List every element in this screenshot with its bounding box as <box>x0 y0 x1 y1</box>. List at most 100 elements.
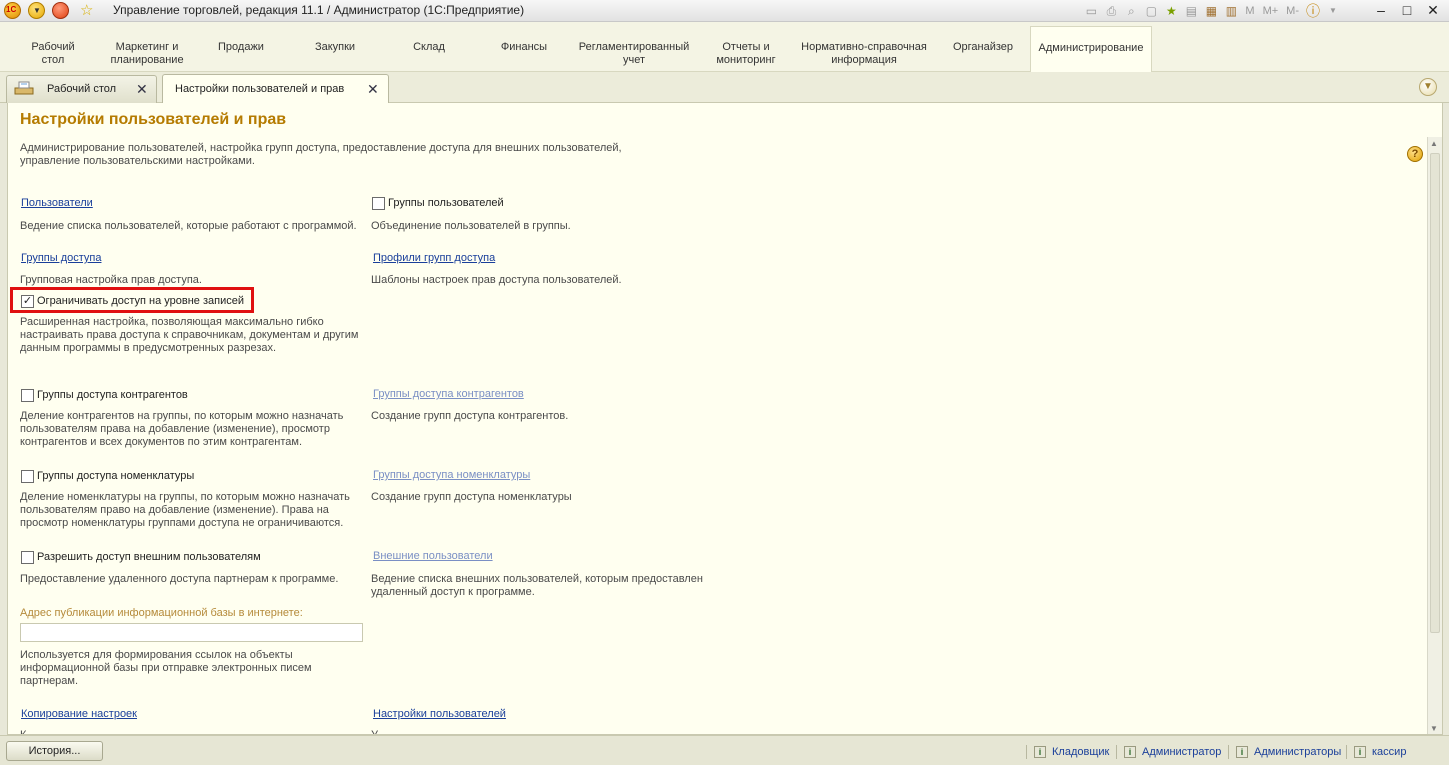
status-item-role-storekeeper[interactable]: i Кладовщик <box>1034 744 1109 760</box>
copy-icon[interactable]: ▢ <box>1143 3 1159 19</box>
info-icon: i <box>1354 746 1366 758</box>
section-label: Маркетинг и планирование <box>110 41 184 66</box>
section-label: Рабочий стол <box>31 41 75 66</box>
section-label: Администрирование <box>1038 42 1144 54</box>
nomenclature-groups-link[interactable]: Группы доступа номенклатуры <box>373 469 530 481</box>
memory-button[interactable]: M <box>1243 3 1256 19</box>
title-bar: 1С ▼ ☆ Управление торговлей, редакция 11… <box>0 0 1449 22</box>
section-panel: Рабочий стол Маркетинг и планирование Пр… <box>0 22 1449 72</box>
window-controls: – □ ✕ <box>1371 1 1443 20</box>
favorites-star-icon[interactable]: ☆ <box>80 1 93 19</box>
calendar-icon[interactable]: ▥ <box>1223 3 1239 19</box>
info-dropdown-icon[interactable]: ▼ <box>1325 3 1341 19</box>
section-reference-info[interactable]: Нормативно-справочная информация <box>798 27 930 71</box>
record-level-description: Расширенная настройка, позволяющая макси… <box>20 316 359 354</box>
contractor-groups-link-description: Создание групп доступа контрагентов. <box>371 410 569 422</box>
nomenclature-groups-link-description: Создание групп доступа номенклатуры <box>371 491 572 503</box>
print-icon[interactable]: ⎙ <box>1103 3 1119 19</box>
memory-plus-button[interactable]: M+ <box>1261 3 1281 19</box>
status-separator <box>1116 745 1117 759</box>
contractor-groups-checkbox[interactable] <box>21 388 34 402</box>
nomenclature-groups-checkbox-row[interactable]: Группы доступа номенклатуры <box>21 468 194 484</box>
history-button[interactable]: История... <box>6 741 103 761</box>
scroll-down-icon[interactable]: ▼ <box>1430 724 1438 733</box>
section-administration[interactable]: Администрирование <box>1030 26 1152 72</box>
section-reports[interactable]: Отчеты и мониторинг <box>706 27 786 71</box>
section-label: Регламентированный учет <box>578 41 690 66</box>
preview-icon[interactable]: ⌕ <box>1123 3 1139 19</box>
external-users-checkbox[interactable] <box>21 550 34 564</box>
history-icon[interactable]: ▤ <box>1183 3 1199 19</box>
close-tab-icon[interactable]: ✕ <box>136 81 148 98</box>
close-icon[interactable]: ✕ <box>1423 1 1443 20</box>
scroll-up-icon[interactable]: ▲ <box>1430 139 1438 148</box>
help-icon[interactable]: ? <box>1407 146 1423 162</box>
access-profiles-link[interactable]: Профили групп доступа <box>373 252 495 264</box>
status-label: Администраторы <box>1254 746 1342 758</box>
nomenclature-groups-description: Деление номенклатуры на группы, по котор… <box>20 491 350 529</box>
tab-label: Настройки пользователей и прав <box>175 83 345 95</box>
tab-desktop[interactable]: Рабочий стол ✕ <box>6 75 157 103</box>
info-icon: i <box>1124 746 1136 758</box>
tab-user-settings[interactable]: Настройки пользователей и прав ✕ <box>162 74 389 104</box>
users-link[interactable]: Пользователи <box>21 197 93 209</box>
status-separator <box>1228 745 1229 759</box>
status-label: кассир <box>1372 746 1407 758</box>
tab-bar: Рабочий стол ✕ Настройки пользователей и… <box>0 72 1449 104</box>
external-users-link[interactable]: Внешние пользователи <box>373 550 493 562</box>
favorites-add-icon[interactable]: ★ <box>1163 3 1179 19</box>
maximize-icon[interactable]: □ <box>1397 1 1417 20</box>
user-groups-label: Группы пользователей <box>388 197 504 209</box>
user-groups-checkbox-row[interactable]: Группы пользователей <box>372 195 504 211</box>
user-groups-checkbox[interactable] <box>372 196 385 210</box>
main-menu-icon[interactable]: ▼ <box>28 2 45 19</box>
status-label: Администратор <box>1142 746 1222 758</box>
calculator-icon[interactable]: ▦ <box>1203 3 1219 19</box>
section-label: Отчеты и мониторинг <box>716 41 776 66</box>
nomenclature-groups-checkbox[interactable] <box>21 469 34 483</box>
status-item-group-admins[interactable]: i Администраторы <box>1236 744 1341 760</box>
section-label: Продажи <box>218 41 264 53</box>
section-desktop[interactable]: Рабочий стол <box>18 27 88 71</box>
section-sales[interactable]: Продажи <box>206 27 276 71</box>
external-users-description: Предоставление удаленного доступа партне… <box>20 573 339 585</box>
copy-settings-link[interactable]: Копирование настроек <box>21 708 137 720</box>
vertical-scrollbar[interactable]: ▲ ▼ <box>1427 137 1442 734</box>
back-icon[interactable] <box>52 2 69 19</box>
info-icon[interactable]: ⓘ <box>1305 3 1321 19</box>
section-marketing[interactable]: Маркетинг и планирование <box>100 27 194 71</box>
close-tab-icon[interactable]: ✕ <box>367 81 379 98</box>
status-separator <box>1346 745 1347 759</box>
memory-minus-button[interactable]: M- <box>1284 3 1301 19</box>
page-description: Администрирование пользователей, настрой… <box>20 142 622 167</box>
app-logo-icon[interactable]: 1С <box>4 2 21 19</box>
section-purchases[interactable]: Закупки <box>300 27 370 71</box>
minimize-icon[interactable]: – <box>1371 1 1391 20</box>
access-groups-description: Групповая настройка прав доступа. <box>20 274 202 286</box>
contractor-groups-label: Группы доступа контрагентов <box>37 389 188 401</box>
status-item-user-admin[interactable]: i Администратор <box>1124 744 1221 760</box>
scrollbar-thumb[interactable] <box>1430 153 1440 633</box>
external-users-checkbox-row[interactable]: Разрешить доступ внешним пользователям <box>21 549 261 565</box>
status-item-cashier[interactable]: i кассир <box>1354 744 1406 760</box>
contractor-groups-checkbox-row[interactable]: Группы доступа контрагентов <box>21 387 188 403</box>
status-label: Кладовщик <box>1052 746 1110 758</box>
title-toolbar: ▭ ⎙ ⌕ ▢ ★ ▤ ▦ ▥ M M+ M- ⓘ ▼ <box>1083 2 1341 20</box>
section-warehouse[interactable]: Склад <box>396 27 462 71</box>
main-content: Настройки пользователей и прав Администр… <box>7 103 1443 735</box>
user-settings-link[interactable]: Настройки пользователей <box>373 708 506 720</box>
info-icon: i <box>1034 746 1046 758</box>
section-organizer[interactable]: Органайзер <box>944 27 1022 71</box>
contractor-groups-link[interactable]: Группы доступа контрагентов <box>373 388 524 400</box>
desktop-icon <box>14 81 34 95</box>
access-groups-link[interactable]: Группы доступа <box>21 252 101 264</box>
highlight-frame <box>10 287 254 313</box>
save-icon[interactable]: ▭ <box>1083 3 1099 19</box>
page-title: Настройки пользователей и прав <box>20 111 287 128</box>
nomenclature-groups-label: Группы доступа номенклатуры <box>37 470 195 482</box>
section-finance[interactable]: Финансы <box>488 27 560 71</box>
section-regulated-accounting[interactable]: Регламентированный учет <box>574 27 694 71</box>
tabs-dropdown-icon[interactable]: ▼ <box>1419 78 1437 96</box>
publication-address-label: Адрес публикации информационной базы в и… <box>20 607 303 619</box>
publication-address-input[interactable] <box>20 623 363 642</box>
